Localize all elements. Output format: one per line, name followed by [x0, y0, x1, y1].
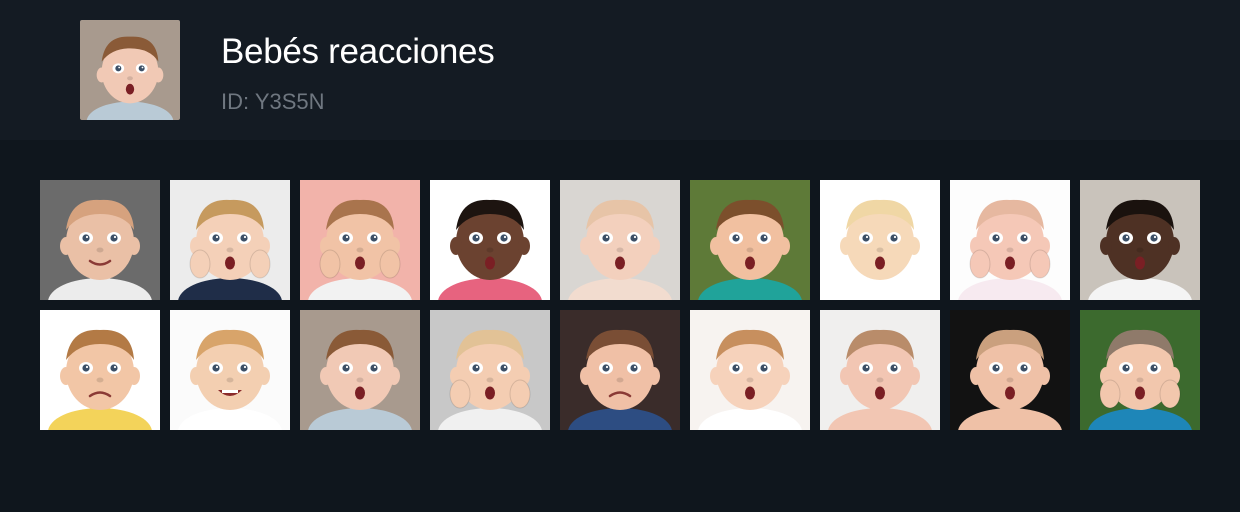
sticker-15[interactable]: [690, 310, 810, 430]
sticker-04[interactable]: [430, 180, 550, 300]
baby-face-illustration: [40, 180, 160, 300]
sticker-09[interactable]: [1080, 180, 1200, 300]
sticker-06[interactable]: [690, 180, 810, 300]
sticker-16[interactable]: [820, 310, 940, 430]
baby-face-illustration: [690, 180, 810, 300]
sticker-10[interactable]: [40, 310, 160, 430]
sticker-07[interactable]: [820, 180, 940, 300]
pack-id: ID: Y3S5N: [221, 89, 325, 114]
baby-face-illustration: [300, 310, 420, 430]
baby-face-illustration: [560, 180, 680, 300]
sticker-17[interactable]: [950, 310, 1070, 430]
baby-face-illustration: [1080, 180, 1200, 300]
baby-face-illustration: [820, 310, 940, 430]
sticker-02[interactable]: [170, 180, 290, 300]
pack-title: Bebés reacciones: [221, 32, 495, 71]
sticker-12[interactable]: [300, 310, 420, 430]
sticker-03[interactable]: [300, 180, 420, 300]
sticker-08[interactable]: [950, 180, 1070, 300]
sticker-01[interactable]: [40, 180, 160, 300]
baby-face-illustration: [820, 180, 940, 300]
sticker-14[interactable]: [560, 310, 680, 430]
baby-face-illustration: [430, 310, 550, 430]
sticker-05[interactable]: [560, 180, 680, 300]
baby-face-illustration: [170, 180, 290, 300]
baby-face-illustration: [170, 310, 290, 430]
sticker-13[interactable]: [430, 310, 550, 430]
baby-face-illustration: [950, 310, 1070, 430]
sticker-grid: [40, 180, 1200, 430]
sticker-11[interactable]: [170, 310, 290, 430]
baby-face-illustration: [950, 180, 1070, 300]
baby-face-illustration: [80, 20, 180, 120]
baby-face-illustration: [300, 180, 420, 300]
sticker-18[interactable]: [1080, 310, 1200, 430]
pack-thumbnail: [80, 20, 180, 120]
baby-face-illustration: [40, 310, 160, 430]
baby-face-illustration: [690, 310, 810, 430]
baby-face-illustration: [1080, 310, 1200, 430]
baby-face-illustration: [430, 180, 550, 300]
pack-header: Bebés reacciones ID: Y3S5N: [0, 0, 1240, 140]
baby-face-illustration: [560, 310, 680, 430]
